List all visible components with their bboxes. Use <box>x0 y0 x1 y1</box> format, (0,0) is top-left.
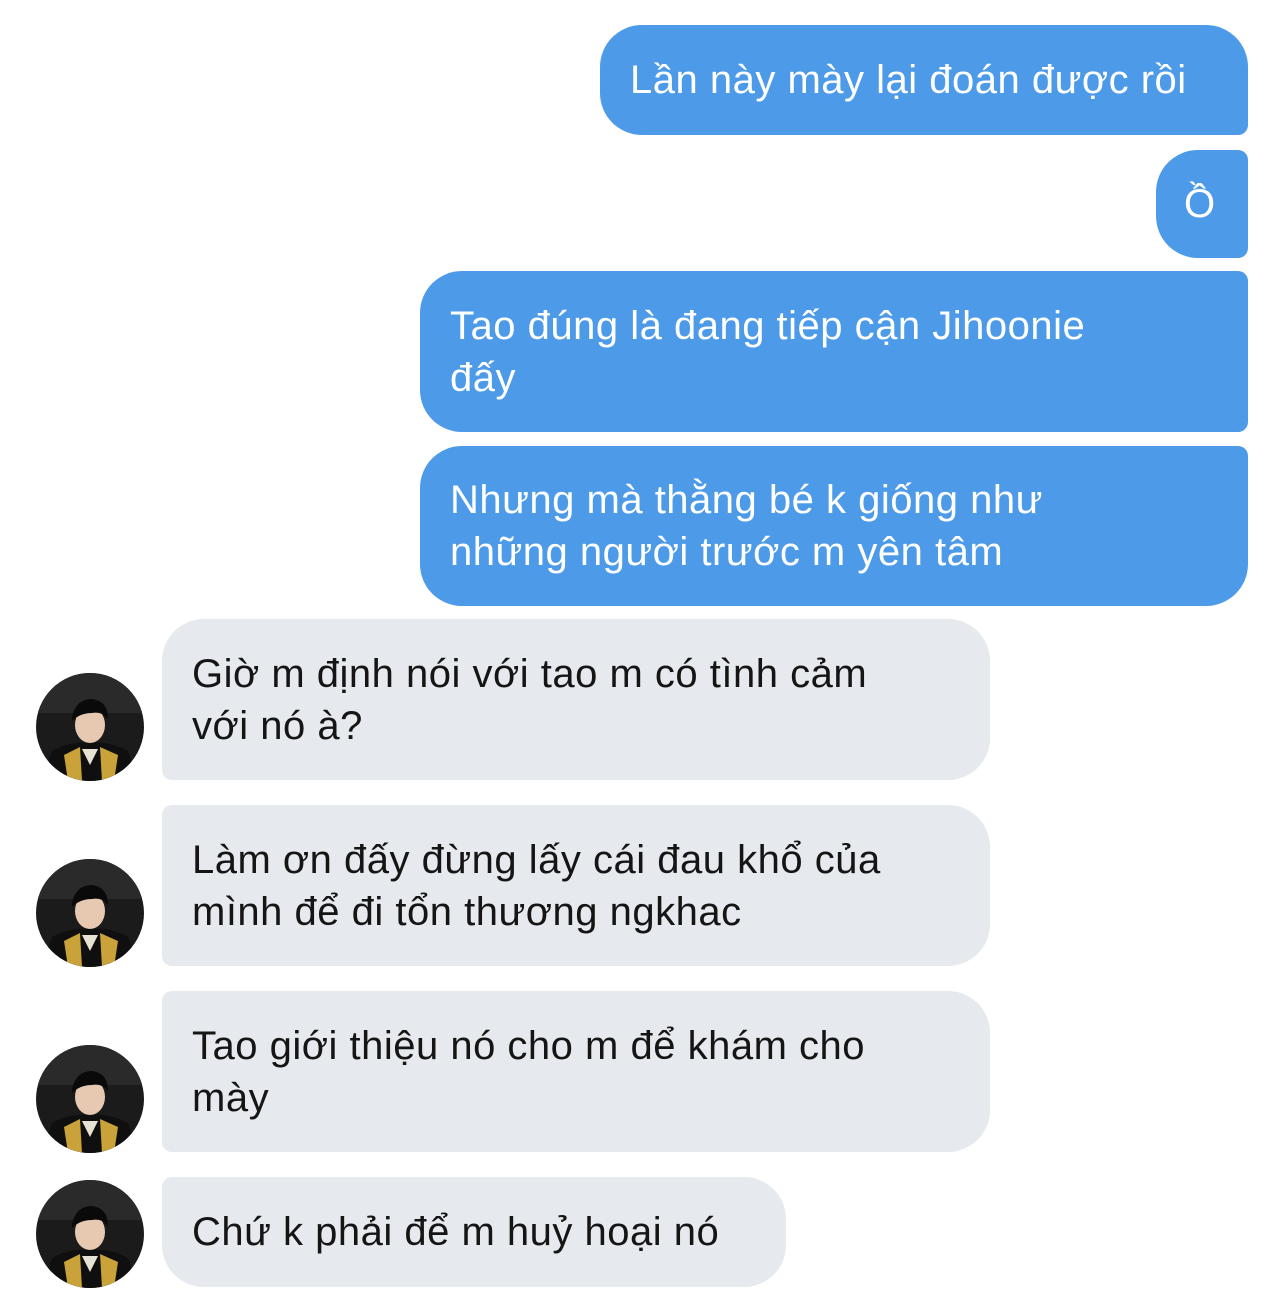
message-text: Làm ơn đấy đừng lấy cái đau khổ của mình… <box>192 837 881 934</box>
message-text: Chứ k phải để m huỷ hoại nó <box>192 1210 720 1254</box>
contact-avatar[interactable] <box>36 1045 144 1153</box>
contact-avatar[interactable] <box>36 859 144 967</box>
received-message-bubble[interactable]: Tao giới thiệu nó cho m để khám cho mày <box>162 991 990 1152</box>
message-text: Tao giới thiệu nó cho m để khám cho mày <box>192 1023 865 1120</box>
avatar-image <box>36 1180 144 1288</box>
contact-avatar[interactable] <box>36 1180 144 1288</box>
sent-message-bubble[interactable]: Nhưng mà thằng bé k giống như những ngườ… <box>420 446 1248 606</box>
sent-message-bubble[interactable]: Ồ <box>1156 150 1248 258</box>
message-text: Ồ <box>1184 182 1216 226</box>
message-text: Tao đúng là đang tiếp cận Jihoonie đấy <box>450 303 1086 400</box>
avatar-image <box>36 859 144 967</box>
received-message-bubble[interactable]: Chứ k phải để m huỷ hoại nó <box>162 1177 786 1287</box>
avatar-image <box>36 673 144 781</box>
received-message-bubble[interactable]: Giờ m định nói với tao m có tình cảm với… <box>162 619 990 780</box>
sent-message-bubble[interactable]: Lần này mày lại đoán được rồi <box>600 25 1248 135</box>
message-text: Giờ m định nói với tao m có tình cảm với… <box>192 651 868 748</box>
sent-message-bubble[interactable]: Tao đúng là đang tiếp cận Jihoonie đấy <box>420 271 1248 432</box>
received-message-bubble[interactable]: Làm ơn đấy đừng lấy cái đau khổ của mình… <box>162 805 990 966</box>
message-text: Lần này mày lại đoán được rồi <box>630 58 1187 102</box>
contact-avatar[interactable] <box>36 673 144 781</box>
message-text: Nhưng mà thằng bé k giống như những ngườ… <box>450 478 1043 574</box>
avatar-image <box>36 1045 144 1153</box>
